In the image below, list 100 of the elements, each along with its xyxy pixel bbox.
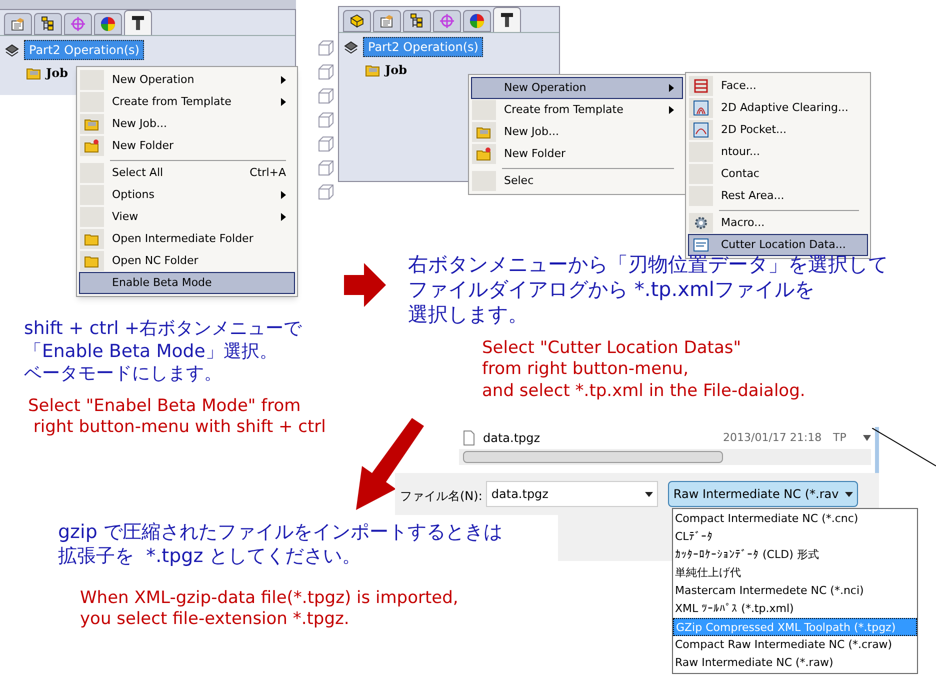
gear-icon — [693, 215, 709, 231]
part-icon — [349, 13, 365, 29]
arrow-icon — [344, 263, 386, 307]
menu-item-label: New Folder — [503, 146, 566, 162]
annotation-text: ベータモードにします。 — [24, 363, 223, 386]
annotation-text: you select file-extension *.tpgz. — [80, 609, 350, 630]
menu-item-label: Create from Template — [503, 102, 624, 118]
menu-item[interactable]: Open Intermediate Folder — [79, 228, 295, 250]
properties-icon — [10, 16, 26, 32]
menu-item[interactable]: New Folder — [79, 135, 295, 157]
panel-tab[interactable] — [373, 10, 401, 32]
menu-item[interactable]: Enable Beta Mode — [79, 272, 295, 294]
dropdown-caret-icon — [645, 492, 654, 496]
panel-tab[interactable] — [403, 10, 431, 32]
menu-item[interactable]: Cutter Location Data... — [688, 234, 868, 256]
panel-tab[interactable] — [493, 7, 521, 32]
menu-item[interactable]: Options — [79, 184, 295, 206]
menu-item[interactable]: Selec — [471, 165, 683, 192]
menu-item[interactable]: New Job... — [79, 113, 295, 135]
menu-item-label: Selec — [503, 172, 535, 189]
annotation-text: 拡張子を *.tpgz としてください。 — [58, 544, 362, 568]
menu-item[interactable]: Create from Template — [79, 91, 295, 113]
tool-icon — [499, 12, 515, 28]
menu-item[interactable]: New Folder — [471, 143, 683, 165]
submenu-arrow-icon — [669, 106, 674, 114]
menu-item[interactable]: Open NC Folder — [79, 250, 295, 272]
menu-item[interactable]: 2D Adaptive Clearing... — [688, 97, 868, 119]
color-wheel-icon — [469, 13, 485, 29]
tree-item[interactable]: Job — [46, 64, 68, 82]
filetype-option[interactable]: Compact Intermediate NC (*.cnc) — [673, 510, 917, 528]
menu-item-label: New Job... — [503, 124, 560, 140]
menu-item[interactable]: View — [79, 206, 295, 228]
menu-item[interactable]: Create from Template — [471, 99, 683, 121]
submenu-arrow-icon — [281, 191, 286, 199]
menu-item[interactable]: Face... — [688, 75, 868, 97]
menu-item[interactable]: New Operation — [79, 69, 295, 91]
file-date: 2013/01/17 21:18 — [723, 430, 823, 446]
menu-item-label: Rest Area... — [720, 188, 786, 204]
menu-item-label: 2D Adaptive Clearing... — [720, 100, 850, 116]
cube-icon — [318, 184, 334, 200]
menu-item-label: ntour... — [720, 144, 761, 160]
menu-item-label: Open Intermediate Folder — [111, 230, 254, 247]
panel-tab[interactable] — [4, 13, 32, 35]
document-icon — [693, 238, 709, 252]
panel-tab[interactable] — [343, 10, 371, 32]
filetype-option[interactable]: Compact Raw Intermediate NC (*.craw) — [673, 636, 917, 654]
menu-item-label: Macro... — [720, 214, 766, 231]
file-type: TP — [833, 430, 848, 446]
annotation-text: ファイルダイアログから *.tp.xmlファイルを — [408, 277, 816, 302]
dropdown-caret-icon — [845, 492, 854, 496]
filetype-option[interactable]: Mastercam Intermedete NC (*.nci) — [673, 582, 917, 600]
cube-icon — [318, 40, 334, 56]
annotation-text: 「Enable Beta Mode」選択。 — [24, 340, 278, 363]
filename-field[interactable]: data.tpgz — [486, 481, 658, 507]
filetype-dropdown[interactable]: Raw Intermediate NC (*.rav — [668, 481, 858, 507]
cube-icon — [318, 64, 334, 80]
new-folder-icon — [84, 139, 100, 153]
annotation-text: shift + ctrl +右ボタンメニューで — [24, 318, 302, 340]
folder-icon — [84, 254, 100, 268]
menu-item[interactable]: ntour... — [688, 141, 868, 163]
cube-icon — [318, 136, 334, 152]
menu-item[interactable]: Select All Ctrl+A — [79, 157, 295, 184]
annotation-text: Select "Cutter Location Datas" — [482, 338, 742, 360]
filetype-option[interactable]: CLﾃﾞｰﾀ — [673, 528, 917, 546]
menu-item-label: Create from Template — [111, 94, 232, 110]
menu-item-label: Options — [111, 186, 156, 203]
filetype-option[interactable]: XML ﾂｰﾙﾊﾟｽ (*.tp.xml) — [673, 600, 917, 618]
color-wheel-icon — [100, 16, 116, 32]
panel-tab[interactable] — [34, 13, 62, 35]
field-label: ファイル名(N): — [400, 488, 482, 505]
horizontal-scrollbar[interactable] — [459, 449, 871, 465]
filetype-option[interactable]: 単純仕上げ代 — [673, 564, 917, 582]
menu-item-label: New Folder — [111, 138, 174, 154]
file-name[interactable]: data.tpgz — [483, 429, 723, 447]
job-folder-icon — [476, 125, 492, 139]
callout-line — [872, 428, 936, 468]
part-stack-icon — [4, 43, 20, 57]
face-mill-icon — [693, 78, 709, 94]
menu-item[interactable]: Contac — [688, 163, 868, 185]
menu-item-label: Cutter Location Data... — [720, 236, 847, 253]
job-folder-icon — [84, 117, 100, 131]
menu-item-label: View — [111, 208, 140, 225]
panel-tab[interactable] — [124, 10, 152, 35]
menu-item[interactable]: 2D Pocket... — [688, 119, 868, 141]
crosshair-icon — [70, 16, 86, 32]
tree-item[interactable]: Job — [385, 61, 408, 79]
menu-item[interactable]: New Job... — [471, 121, 683, 143]
scroll-down-icon[interactable] — [863, 435, 871, 441]
properties-icon — [379, 13, 395, 29]
new-folder-icon — [476, 147, 492, 161]
annotation-text: and select *.tp.xml in the File-daialog. — [482, 380, 806, 402]
menu-item-label: 2D Pocket... — [720, 122, 788, 138]
annotation-text: gzip で圧縮されたファイルをインポートするときは — [58, 521, 502, 545]
menu-item[interactable]: Macro... — [688, 207, 868, 234]
cube-icon — [318, 160, 334, 176]
filetype-option[interactable]: Raw Intermediate NC (*.raw) — [673, 654, 917, 672]
menu-item[interactable]: New Operation — [471, 77, 683, 99]
menu-item[interactable]: Rest Area... — [688, 185, 868, 207]
filetype-option[interactable]: ｶｯﾀｰﾛｹｰｼｮﾝﾃﾞｰﾀ (CLD) 形式 — [673, 546, 917, 564]
annotation-text: right button-menu with shift + ctrl — [32, 417, 326, 438]
